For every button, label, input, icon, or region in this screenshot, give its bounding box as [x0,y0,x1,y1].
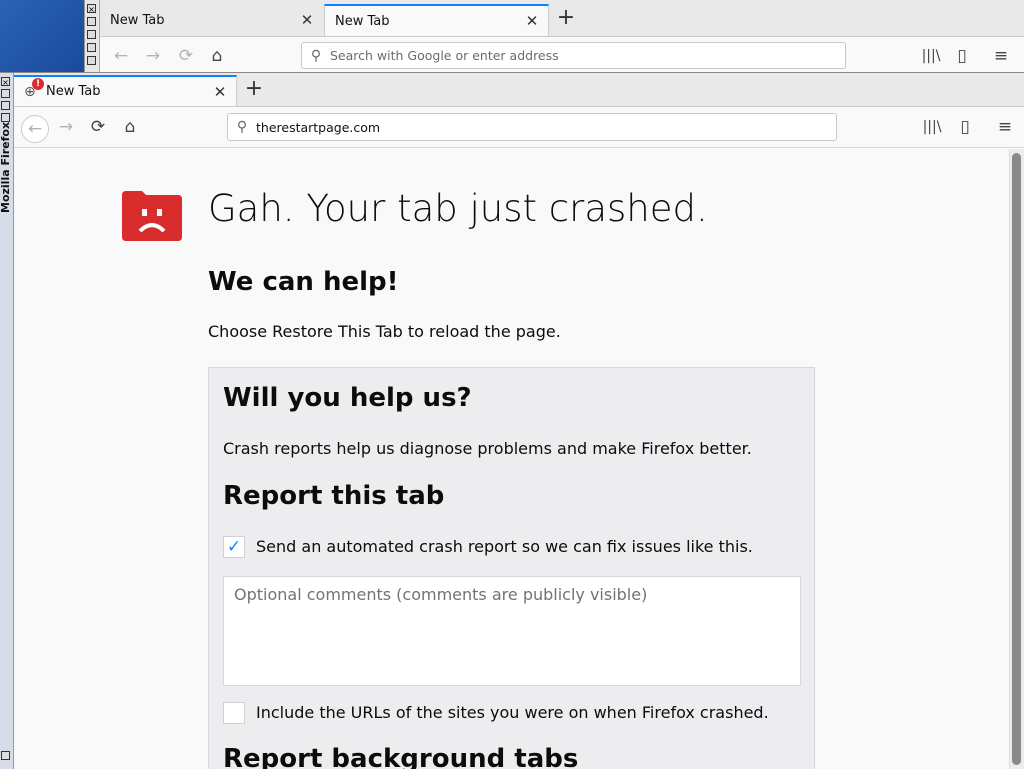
new-tab-button[interactable]: + [552,6,580,32]
reload-icon[interactable]: ⟳ [87,116,109,138]
comments-field[interactable] [223,576,801,686]
address-bar[interactable]: ⚲ Search with Google or enter address [301,42,846,69]
tab-label: New Tab [110,12,165,28]
front-browser-window: × Mozilla Firefox ⊕! New Tab ✕ + ← → ⟳ ⌂… [0,72,1024,769]
search-icon: ⚲ [236,119,248,135]
window-title: Mozilla Firefox [0,121,12,213]
window-close-icon[interactable]: × [1,77,10,87]
close-tab-icon[interactable]: ✕ [297,11,317,29]
forward-arrow-icon[interactable]: → [55,116,77,138]
home-icon[interactable]: ⌂ [119,116,141,138]
window-menu-icon[interactable] [87,56,96,65]
window-minimize-icon[interactable] [1,113,10,122]
crash-page: Gah. Your tab just crashed. We can help!… [14,149,1010,769]
desktop-background [0,0,84,72]
close-tab-icon[interactable]: ✕ [522,12,542,30]
menu-icon[interactable]: ≡ [990,45,1012,67]
back-tab-2[interactable]: New Tab ✕ [324,4,549,36]
window-close-icon[interactable]: × [87,4,96,14]
background-tabs-heading: Report background tabs [223,744,579,769]
crash-report-panel: Will you help us? Crash reports help us … [208,367,815,769]
window-resize-icon[interactable] [1,751,10,760]
help-text: Choose Restore This Tab to reload the pa… [208,322,561,341]
address-bar[interactable]: ⚲ therestartpage.com [227,113,837,141]
help-us-text: Crash reports help us diagnose problems … [223,439,752,458]
address-value: therestartpage.com [256,119,381,135]
back-tab-1[interactable]: New Tab ✕ [100,4,323,36]
back-tab-strip: New Tab ✕ New Tab ✕ + [100,0,1024,37]
window-shade-icon[interactable] [1,89,10,98]
sad-tab-icon [122,191,182,241]
back-navigation-bar: ← → ⟳ ⌂ ⚲ Search with Google or enter ad… [100,37,1024,73]
close-tab-icon[interactable]: ✕ [210,83,230,101]
window-maximize-icon[interactable] [1,101,10,110]
page-scrollbar[interactable] [1009,149,1024,769]
library-icon[interactable]: |||\ [921,116,943,138]
front-tab-strip: ⊕! New Tab ✕ + [14,73,1024,107]
home-icon[interactable]: ⌂ [206,45,228,67]
new-tab-button[interactable]: + [240,77,268,103]
help-us-heading: Will you help us? [223,383,472,413]
window-frame-strip: × Mozilla Firefox [0,73,14,769]
crash-badge: ! [32,77,44,90]
window-minimize-icon[interactable] [87,43,96,52]
window-maximize-icon[interactable] [87,30,96,39]
globe-icon: ⊕! [24,77,46,100]
sidebar-icon[interactable]: ▯ [951,45,973,67]
page-title: Gah. Your tab just crashed. [208,187,708,230]
include-urls-label: Include the URLs of the sites you were o… [256,703,769,722]
back-browser-window: × New Tab ✕ New Tab ✕ + ← → ⟳ ⌂ ⚲ Search… [84,0,1024,73]
address-placeholder: Search with Google or enter address [330,48,559,63]
back-arrow-icon[interactable]: ← [110,45,132,67]
send-report-label: Send an automated crash report so we can… [256,537,753,556]
tab-label: New Tab [335,13,390,29]
menu-icon[interactable]: ≡ [994,116,1016,138]
reload-icon[interactable]: ⟳ [175,45,197,67]
forward-arrow-icon[interactable]: → [142,45,164,67]
window-shade-icon[interactable] [87,17,96,26]
scrollbar-thumb[interactable] [1012,153,1021,765]
back-arrow-icon[interactable]: ← [21,115,49,143]
front-navigation-bar: ← → ⟳ ⌂ ⚲ therestartpage.com |||\ ▯ ≡ [14,107,1024,148]
search-icon: ⚲ [310,47,322,64]
help-heading: We can help! [208,267,399,297]
include-urls-checkbox[interactable] [223,702,245,724]
front-tab[interactable]: ⊕! New Tab ✕ [14,75,237,106]
sidebar-icon[interactable]: ▯ [954,116,976,138]
tab-label: New Tab [46,84,101,99]
send-report-checkbox[interactable]: ✓ [223,536,245,558]
report-tab-heading: Report this tab [223,481,445,511]
library-icon[interactable]: |||\ [920,45,942,67]
window-frame-strip: × [85,0,100,72]
